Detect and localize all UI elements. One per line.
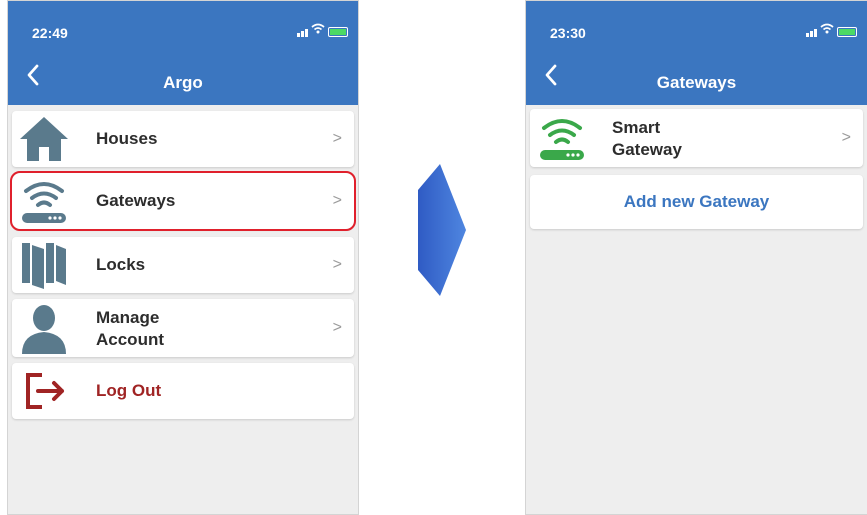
wifi-icon — [311, 23, 325, 37]
wifi-icon — [820, 23, 834, 37]
gateway-name: Smart Gateway — [612, 117, 682, 161]
router-wifi-icon — [22, 182, 66, 223]
chevron-right-icon: > — [332, 192, 342, 209]
status-time: 23:30 — [550, 25, 586, 41]
add-gateway-label: Add new Gateway — [623, 192, 770, 211]
chevron-right-icon: > — [841, 129, 851, 146]
gateway-list-item[interactable]: Smart Gateway > — [530, 109, 863, 167]
nav-header: 22:49 Argo — [8, 1, 358, 105]
status-time: 22:49 — [32, 25, 68, 41]
nav-header: 23:30 Gateways — [526, 1, 867, 105]
gateway-name-line2: Gateway — [612, 140, 682, 159]
battery-icon — [328, 27, 348, 37]
page-title: Argo — [163, 73, 203, 92]
add-gateway-button[interactable]: Add new Gateway — [530, 175, 863, 229]
menu-item-label: Manage Account — [96, 308, 164, 349]
menu-item-label: Locks — [96, 255, 146, 274]
battery-icon — [837, 27, 857, 37]
menu-item-label: Gateways — [96, 191, 176, 210]
menu-item-manage-account[interactable]: Manage Account > — [12, 299, 354, 357]
left-screen: 22:49 Argo Houses > Gateways > Locks > M… — [7, 0, 359, 515]
menu-item-gateways[interactable]: Gateways > — [10, 171, 356, 231]
menu-item-label: Log Out — [96, 381, 162, 400]
router-wifi-icon — [540, 119, 584, 160]
status-icons — [297, 23, 348, 37]
menu-item-houses[interactable]: Houses > — [12, 111, 354, 167]
chevron-right-icon: > — [332, 256, 342, 273]
transition-arrow-icon — [418, 164, 466, 296]
page-title: Gateways — [656, 73, 737, 92]
signal-icon — [297, 29, 308, 37]
person-icon — [22, 305, 66, 354]
status-icons — [806, 23, 857, 37]
menu-item-label: Houses — [96, 129, 158, 148]
signal-icon — [806, 29, 817, 37]
menu-item-locks[interactable]: Locks > — [12, 237, 354, 293]
chevron-right-icon: > — [332, 130, 342, 147]
menu-item-logout[interactable]: Log Out — [12, 363, 354, 419]
doors-icon — [22, 243, 66, 289]
house-icon — [20, 117, 68, 161]
chevron-right-icon: > — [332, 319, 342, 336]
gateway-name-line1: Smart — [612, 118, 661, 137]
logout-icon — [26, 373, 64, 409]
right-screen: 23:30 Gateways Smart Gateway > Add new G… — [525, 0, 867, 515]
